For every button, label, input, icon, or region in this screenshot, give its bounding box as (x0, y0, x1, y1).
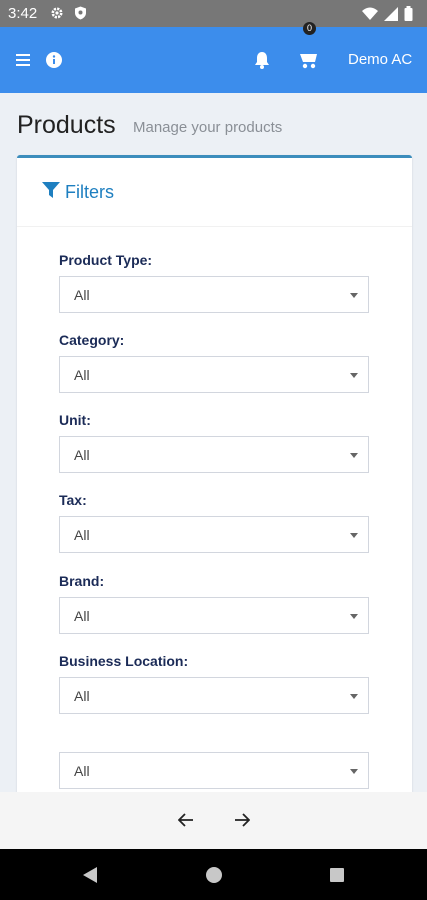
system-back-icon[interactable] (80, 865, 100, 885)
business-location-label: Business Location: (59, 653, 189, 669)
shield-icon (74, 6, 87, 25)
filters-card: Filters Product Type: All Category: All … (17, 155, 412, 815)
info-icon[interactable] (45, 51, 63, 69)
gear-icon (50, 6, 64, 25)
filters-header[interactable]: Filters (42, 181, 114, 204)
cart-icon[interactable] (297, 49, 321, 71)
forward-arrow-icon[interactable] (231, 810, 253, 830)
back-arrow-icon[interactable] (175, 810, 197, 830)
category-label: Category: (59, 332, 125, 348)
page-subtitle: Manage your products (133, 119, 283, 136)
unit-label: Unit: (59, 412, 91, 428)
caret-down-icon (350, 533, 358, 538)
system-recents-icon[interactable] (327, 865, 347, 885)
additional-filter-select[interactable]: All (59, 752, 369, 789)
unit-value: All (74, 447, 90, 463)
category-value: All (74, 367, 90, 383)
category-select[interactable]: All (59, 356, 369, 393)
product-type-label: Product Type: (59, 252, 153, 268)
brand-label: Brand: (59, 573, 105, 589)
tax-value: All (74, 527, 90, 543)
app-header: 0 Demo AC (0, 22, 427, 93)
brand-value: All (74, 608, 90, 624)
filters-title: Filters (65, 182, 114, 202)
menu-icon[interactable] (14, 51, 32, 69)
caret-down-icon (350, 614, 358, 619)
caret-down-icon (350, 373, 358, 378)
bell-icon[interactable] (252, 50, 272, 70)
cart-count-badge: 0 (303, 22, 316, 35)
wifi-icon (362, 7, 378, 26)
app-screen: 3:42 0 Demo AC Products Manage your prod… (0, 0, 427, 900)
product-type-select[interactable]: All (59, 276, 369, 313)
product-type-value: All (74, 287, 90, 303)
business-location-value: All (74, 688, 90, 704)
additional-filter-value: All (74, 763, 90, 779)
caret-down-icon (350, 453, 358, 458)
tax-label: Tax: (59, 492, 87, 508)
signal-icon (384, 6, 398, 26)
unit-select[interactable]: All (59, 436, 369, 473)
caret-down-icon (350, 694, 358, 699)
system-home-icon[interactable] (204, 865, 224, 885)
tax-select[interactable]: All (59, 516, 369, 553)
filter-icon (42, 181, 60, 204)
status-time: 3:42 (8, 5, 38, 22)
system-nav-bar (0, 849, 427, 900)
caret-down-icon (350, 293, 358, 298)
bottom-nav (0, 792, 427, 849)
page-title: Products (17, 111, 116, 139)
battery-icon (404, 6, 413, 26)
brand-select[interactable]: All (59, 597, 369, 634)
business-location-select[interactable]: All (59, 677, 369, 714)
status-bar: 3:42 (0, 0, 427, 27)
card-divider (17, 226, 412, 227)
caret-down-icon (350, 769, 358, 774)
user-menu[interactable]: Demo AC (348, 51, 412, 68)
